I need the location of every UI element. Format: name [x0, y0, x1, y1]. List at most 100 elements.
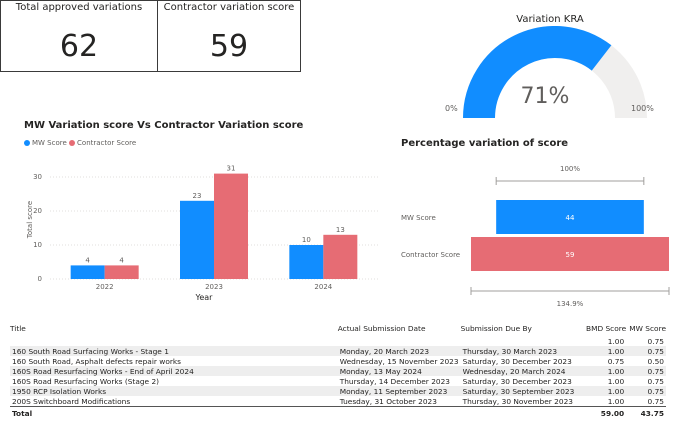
table-row[interactable]: 160 South Road Surfacing Works - Stage 1…	[10, 346, 666, 356]
table-cell: 1.00	[607, 376, 625, 386]
column-header-actual-submission[interactable]: Actual Submission Date	[338, 322, 461, 336]
table-cell: 1.00	[580, 386, 627, 396]
table-row[interactable]: 160S Road Resurfacing Works - End of Apr…	[10, 366, 666, 376]
kpi-card-contractor-score[interactable]: Contractor variation score 59	[157, 0, 301, 72]
table-cell: 0.75	[626, 386, 666, 396]
gauge-title: Variation KRA	[516, 14, 584, 25]
table-row[interactable]: 1.00 0.75	[10, 336, 666, 346]
funnel-value-label: 44	[566, 214, 575, 222]
legend-label: Contractor Score	[77, 139, 137, 147]
card-value: 59	[209, 29, 249, 64]
variations-table: Title Actual Submission Date Submission …	[10, 322, 666, 420]
mw-score-bar[interactable]	[180, 200, 214, 279]
table-cell: Saturday, 30 December 2023	[462, 376, 572, 386]
table-cell: 160S Road Resurfacing Works (Stage 2)	[12, 376, 160, 386]
table-cell: Wednesday, 15 November 2023	[339, 356, 459, 366]
funnel-value-label: 59	[566, 251, 575, 259]
table-cell: 0.75	[626, 366, 666, 376]
table-cell: 200S Switchboard Modifications	[12, 396, 131, 406]
table-cell	[461, 336, 581, 346]
table-cell: 160 South Road, Asphalt defects repair w…	[12, 356, 182, 366]
data-label: 4	[85, 256, 90, 264]
table-cell: Saturday, 30 September 2023	[460, 386, 581, 396]
column-header-bmd-score[interactable]: BMD Score	[580, 322, 626, 336]
column-header-mw-score[interactable]: MW Score	[626, 322, 666, 336]
funnel-top-label: 100%	[560, 165, 580, 173]
table-header-row: Title Actual Submission Date Submission …	[10, 322, 666, 336]
data-label: 13	[336, 226, 345, 234]
mw-score-bar[interactable]	[70, 265, 105, 279]
funnel-bottom-label: 134.9%	[557, 300, 584, 308]
table-row[interactable]: 160S Road Resurfacing Works (Stage 2) Thu…	[10, 376, 666, 386]
table-cell: Thursday, 30 November 2023	[462, 396, 573, 406]
table-row[interactable]: 200S Switchboard Modifications Tuesday, 3…	[10, 396, 666, 407]
table-cell: Thursday, 14 December 2023	[339, 376, 451, 386]
legend-item-contractor[interactable]: Contractor Score	[69, 139, 136, 147]
table-cell: Wednesday, 20 March 2024	[460, 366, 581, 376]
column-header-due-by[interactable]: Submission Due By	[461, 322, 581, 336]
card-title: Contractor variation score	[163, 2, 295, 13]
card-title: Total approved variations	[15, 2, 143, 13]
y-tick-label: 30	[33, 173, 42, 181]
clustered-bar-chart[interactable]: 0 10 20 30 Total score 4 4 2022 23 31 2023 10 13 2024…	[20, 150, 382, 305]
legend-item-mw[interactable]: MW Score	[24, 139, 67, 147]
gauge-max-label: 100%	[631, 104, 654, 113]
x-tick-label: 2022	[96, 283, 114, 291]
data-label: 4	[119, 256, 124, 264]
table-cell: 0.75	[647, 376, 664, 386]
total-cell: Total	[10, 406, 338, 420]
table-row[interactable]: 160 South Road, Asphalt defects repair w…	[10, 356, 666, 366]
total-cell	[337, 406, 461, 420]
funnel-category-label: MW Score	[401, 214, 436, 222]
table-cell: Tuesday, 31 October 2023	[339, 396, 437, 406]
gauge-min-label: 0%	[445, 104, 458, 113]
chart-legend: MW Score Contractor Score	[24, 139, 136, 147]
x-tick-label: 2024	[314, 283, 332, 291]
y-tick-label: 0	[38, 275, 42, 283]
table-cell: Monday, 11 September 2023	[337, 386, 461, 396]
funnel-title: Percentage variation of score	[401, 138, 569, 149]
table-cell: 0.75	[607, 356, 625, 366]
data-label: 10	[302, 236, 311, 244]
column-header-title[interactable]: Title	[10, 322, 338, 336]
contractor-score-bar[interactable]	[323, 234, 358, 279]
table-cell: 0.75	[647, 336, 664, 346]
table-cell	[338, 336, 461, 346]
legend-dot-mw	[24, 140, 30, 146]
table-cell: 0.75	[647, 396, 664, 406]
total-cell: 43.75	[626, 406, 666, 420]
card-value: 62	[59, 29, 99, 64]
table-cell: 1.00	[580, 346, 627, 356]
percentage-funnel-chart[interactable]: 100% 44 MW Score 59 Contractor Score 134.9%	[395, 155, 675, 315]
table-row[interactable]: 1950 RCP Isolation Works Monday, 11 Septe…	[10, 386, 666, 396]
contractor-score-bar[interactable]	[104, 265, 139, 279]
table-cell: Thursday, 30 March 2023	[460, 346, 581, 356]
kpi-card-approved-variations[interactable]: Total approved variations 62	[0, 0, 158, 72]
table-cell: 1.00	[607, 396, 625, 406]
y-tick-label: 10	[33, 241, 42, 249]
gauge-value: 71%	[520, 84, 570, 109]
table-cell: 160S Road Resurfacing Works - End of Apr…	[10, 366, 338, 376]
x-axis-title: Year	[195, 293, 214, 302]
table-cell: Monday, 13 May 2024	[337, 366, 461, 376]
data-label: 31	[227, 165, 236, 173]
table-cell: Saturday, 30 December 2023	[462, 356, 572, 366]
legend-label: MW Score	[32, 139, 67, 147]
y-axis-title: Total score	[26, 201, 34, 239]
chart-title: MW Variation score Vs Contractor Variati…	[24, 120, 304, 131]
legend-dot-contractor	[69, 140, 76, 146]
total-cell	[460, 406, 581, 420]
table-cell: 1.00	[607, 336, 625, 346]
data-label: 23	[193, 192, 202, 200]
funnel-category-label: Contractor Score	[401, 251, 460, 259]
table-total-row: Total 59.00 43.75	[10, 406, 666, 420]
table-cell: 0.50	[647, 356, 664, 366]
table-cell: 160 South Road Surfacing Works - Stage 1	[10, 346, 338, 356]
table-cell: 0.75	[626, 346, 666, 356]
total-cell: 59.00	[580, 406, 627, 420]
mw-score-bar[interactable]	[289, 245, 324, 279]
x-tick-label: 2023	[205, 283, 223, 291]
table-cell: Monday, 20 March 2023	[337, 346, 461, 356]
contractor-score-bar[interactable]	[214, 173, 248, 279]
table-cell: 1950 RCP Isolation Works	[10, 386, 338, 396]
